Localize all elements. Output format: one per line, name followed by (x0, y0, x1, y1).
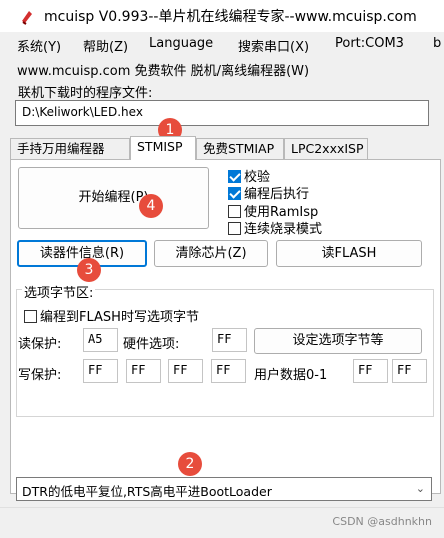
continuous-label: 连续烧录模式 (244, 222, 323, 237)
menu-language[interactable]: Language (149, 36, 213, 51)
verify-checkbox[interactable] (228, 170, 241, 183)
write-protect-input-4[interactable]: FF (211, 359, 246, 383)
write-protect-label: 写保护: (18, 368, 62, 383)
watermark: CSDN @asdhnkhn (332, 515, 432, 528)
tab-free-stmiap[interactable]: 免费STMIAP (196, 138, 284, 160)
annotation-marker-4: 4 (139, 194, 163, 218)
user-data-label: 用户数据0-1 (254, 368, 328, 383)
option-bytes-title: 选项字节区: (22, 282, 96, 301)
read-protect-input[interactable]: A5 (83, 328, 118, 352)
annotation-marker-3: 3 (77, 258, 101, 282)
menu-bar: 系统(Y) 帮助(Z) Language 搜索串口(X) Port:COM3 b (0, 34, 444, 56)
run-after-checkbox[interactable] (228, 187, 241, 200)
erase-chip-button[interactable]: 清除芯片(Z) (154, 240, 268, 267)
user-data-input-0[interactable]: FF (353, 359, 388, 383)
menu-port[interactable]: Port:COM3 (335, 36, 404, 51)
app-icon (22, 11, 32, 25)
user-data-input-1[interactable]: FF (392, 359, 427, 383)
window-title: mcuisp V0.993--单片机在线编程专家--www.mcuisp.com (44, 9, 417, 25)
write-option-bytes-label: 编程到FLASH时写选项字节 (40, 310, 199, 325)
file-label: 联机下载时的程序文件: (18, 86, 153, 101)
hw-option-label: 硬件选项: (123, 337, 180, 352)
read-protect-label: 读保护: (18, 337, 62, 352)
write-protect-input-2[interactable]: FF (126, 359, 161, 383)
menu-overflow[interactable]: b (433, 36, 441, 51)
title-bar: mcuisp V0.993--单片机在线编程专家--www.mcuisp.com (0, 0, 444, 32)
annotation-marker-2: 2 (178, 452, 202, 476)
file-path-input[interactable]: D:\Keliwork\LED.hex (15, 100, 429, 126)
run-after-option[interactable]: 编程后执行 (228, 183, 309, 202)
continuous-checkbox[interactable] (228, 222, 241, 235)
secondary-menu-bar: www.mcuisp.com 免费软件 脱机/离线编程器(W) (0, 58, 444, 80)
boot-mode-value: DTR的低电平复位,RTS高电平进BootLoader (22, 484, 272, 499)
write-option-bytes-option[interactable]: 编程到FLASH时写选项字节 (24, 306, 199, 325)
tab-handheld-programmer[interactable]: 手持万用编程器 (10, 138, 130, 160)
write-protect-input-1[interactable]: FF (83, 359, 118, 383)
menu-search-port[interactable]: 搜索串口(X) (238, 36, 309, 55)
write-protect-input-3[interactable]: FF (168, 359, 203, 383)
chevron-down-icon[interactable]: ⌄ (416, 482, 425, 495)
write-option-bytes-checkbox[interactable] (24, 310, 37, 323)
start-programming-button[interactable]: 开始编程(P) (18, 167, 209, 229)
menu-help[interactable]: 帮助(Z) (83, 36, 128, 55)
tab-stmisp[interactable]: STMISP (130, 136, 196, 160)
tab-strip: 手持万用编程器 STMISP 免费STMIAP LPC2xxxISP (10, 136, 440, 160)
set-option-bytes-button[interactable]: 设定选项字节等 (254, 328, 422, 354)
boot-mode-select[interactable]: DTR的低电平复位,RTS高电平进BootLoader ⌄ (16, 477, 432, 501)
menu-system[interactable]: 系统(Y) (17, 36, 61, 55)
menu-website-offline[interactable]: www.mcuisp.com 免费软件 脱机/离线编程器(W) (17, 60, 309, 79)
continuous-option[interactable]: 连续烧录模式 (228, 218, 322, 237)
use-ramisp-checkbox[interactable] (228, 205, 241, 218)
run-after-label: 编程后执行 (244, 187, 310, 202)
read-flash-button[interactable]: 读FLASH (276, 240, 422, 267)
hw-option-input[interactable]: FF (212, 328, 247, 352)
tab-lpc2xxxisp[interactable]: LPC2xxxISP (284, 138, 368, 160)
